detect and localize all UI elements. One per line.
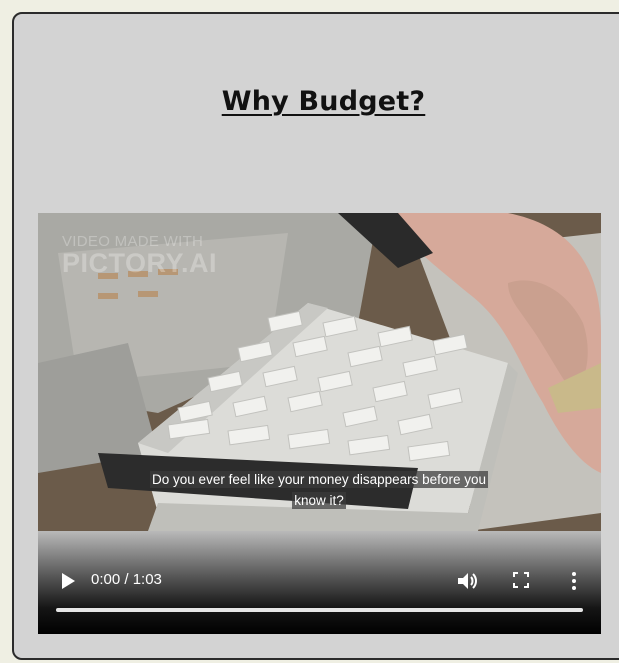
- fullscreen-icon[interactable]: [512, 571, 530, 589]
- watermark: VIDEO MADE WITH PICTORY.AI: [62, 233, 217, 279]
- progress-bar[interactable]: [56, 608, 583, 612]
- caption-line-1: Do you ever feel like your money disappe…: [150, 471, 488, 488]
- watermark-line-2: PICTORY.AI: [62, 248, 218, 278]
- volume-icon[interactable]: [456, 570, 478, 592]
- subtitle-caption: Do you ever feel like your money disappe…: [132, 469, 506, 511]
- more-vertical-icon[interactable]: [568, 570, 580, 592]
- caption-line-2: know it?: [292, 492, 346, 509]
- video-controls-bar: 0:00 / 1:03: [38, 531, 601, 634]
- video-player[interactable]: VIDEO MADE WITH PICTORY.AI Do you ever f…: [38, 213, 601, 634]
- play-icon[interactable]: [60, 571, 76, 591]
- video-frame[interactable]: VIDEO MADE WITH PICTORY.AI Do you ever f…: [38, 213, 601, 531]
- time-display: 0:00 / 1:03: [91, 571, 162, 588]
- page-title: Why Budget?: [221, 86, 426, 117]
